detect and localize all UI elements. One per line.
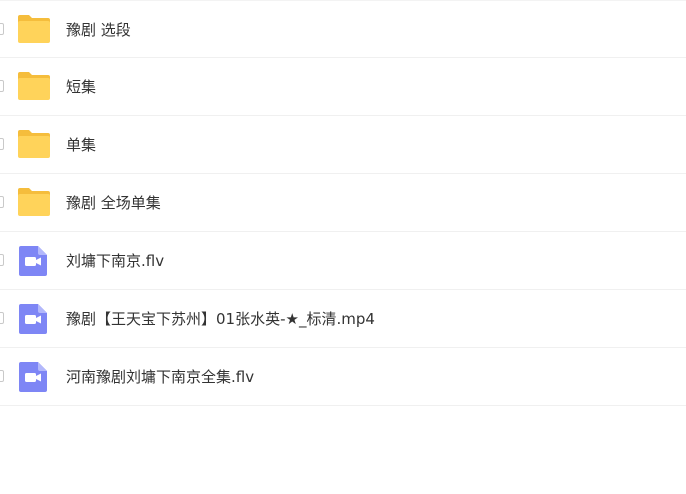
list-item-video[interactable]: 豫剧【王天宝下苏州】01张水英-★_标清.mp4 [0,290,686,348]
row-checkbox[interactable] [0,370,4,382]
file-name[interactable]: 河南豫剧刘墉下南京全集.flv [66,348,254,406]
video-file-icon [16,302,52,336]
row-checkbox[interactable] [0,23,4,35]
list-item-video[interactable]: 河南豫剧刘墉下南京全集.flv [0,348,686,406]
folder-icon [16,186,52,220]
row-checkbox[interactable] [0,312,4,324]
video-file-icon [16,244,52,278]
file-name[interactable]: 豫剧 选段 [66,1,131,59]
folder-icon [16,70,52,104]
row-checkbox[interactable] [0,196,4,208]
folder-icon [16,13,52,47]
row-checkbox[interactable] [0,254,4,266]
list-item-folder[interactable]: 豫剧 选段 [0,0,686,58]
file-name[interactable]: 单集 [66,116,96,174]
file-list: 豫剧 选段 短集 单集 豫剧 全场单集 刘墉下南京.flv 豫剧【王天宝下苏州】… [0,0,686,406]
row-checkbox[interactable] [0,80,4,92]
file-name[interactable]: 豫剧 全场单集 [66,174,161,232]
file-name[interactable]: 豫剧【王天宝下苏州】01张水英-★_标清.mp4 [66,290,375,348]
file-name[interactable]: 短集 [66,58,96,116]
list-item-folder[interactable]: 短集 [0,58,686,116]
video-file-icon [16,360,52,394]
list-item-folder[interactable]: 单集 [0,116,686,174]
row-checkbox[interactable] [0,138,4,150]
file-name[interactable]: 刘墉下南京.flv [66,232,164,290]
list-item-folder[interactable]: 豫剧 全场单集 [0,174,686,232]
folder-icon [16,128,52,162]
list-item-video[interactable]: 刘墉下南京.flv [0,232,686,290]
